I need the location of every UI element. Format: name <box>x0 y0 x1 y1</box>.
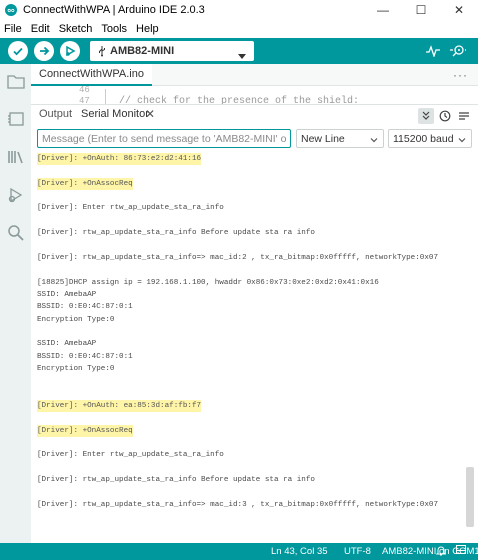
console-line: [Driver]: +OnAssocReq <box>37 177 133 190</box>
menu-tools[interactable]: Tools <box>101 23 127 35</box>
arduino-logo-icon <box>5 4 17 16</box>
console-line: SSID: AmebaAP <box>37 290 97 299</box>
serial-monitor-icon <box>450 45 466 57</box>
tab-output[interactable]: Output <box>39 108 72 120</box>
toggle-panel-icon[interactable] <box>456 544 466 558</box>
board-selector[interactable]: AMB82-MINI <box>90 41 254 61</box>
console-line: [Driver]: +OnAssocReq <box>37 424 133 437</box>
console-line: [Driver]: +OnAuth: ea:85:3d:af:fb:f7 <box>37 400 202 412</box>
editor-tab-bar: ConnectWithWPA.ino ··· <box>31 64 478 86</box>
upload-icon <box>40 46 50 56</box>
console-line: [Driver]: rtw_ap_update_sta_ra_info=> ma… <box>37 500 439 509</box>
menu-sketch[interactable]: Sketch <box>59 23 93 35</box>
usb-icon <box>98 45 106 57</box>
chevron-down-icon <box>458 135 466 147</box>
menu-edit[interactable]: Edit <box>31 23 50 35</box>
more-tabs-button[interactable]: ··· <box>453 68 468 82</box>
serial-output[interactable]: [Driver]: +OnAuth: 86:73:e2:d2:41:16 [Dri… <box>31 151 478 543</box>
window-title: ConnectWithWPA | Arduino IDE 2.0.3 <box>23 4 205 16</box>
toolbar: AMB82-MINI <box>0 38 478 64</box>
tab-serial-monitor[interactable]: Serial Monitor <box>81 108 149 120</box>
debug-icon <box>66 45 76 57</box>
cursor-position[interactable]: Ln 43, Col 35 <box>271 546 328 557</box>
boards-manager-icon[interactable] <box>7 110 25 128</box>
chevron-down-icon <box>238 48 246 62</box>
console-line: [Driver]: +OnAuth: 86:73:e2:d2:41:16 <box>37 153 202 165</box>
tab-connectwithwpa[interactable]: ConnectWithWPA.ino <box>31 64 152 86</box>
console-line: [Driver]: rtw_ap_update_sta_ra_info=> ma… <box>37 253 439 262</box>
sketchbook-icon[interactable] <box>7 72 25 90</box>
line-number: 46 <box>79 86 90 95</box>
console-line: [18825]DHCP assign ip = 192.168.1.100, h… <box>37 278 379 287</box>
board-name: AMB82-MINI <box>110 45 175 57</box>
console-line: [Driver]: Enter rtw_ap_update_sta_ra_inf… <box>37 204 224 213</box>
code-editor[interactable]: 46 47 // check for the presence of the s… <box>31 86 478 104</box>
toggle-autoscroll-button[interactable] <box>418 108 434 124</box>
line-number: 47 <box>79 96 90 104</box>
maximize-button[interactable]: ☐ <box>402 0 440 20</box>
indent-guide <box>105 89 106 104</box>
console-line: Encryption Type:0 <box>37 364 115 373</box>
serial-input-row: New Line 115200 baud <box>31 127 478 151</box>
line-ending-value: New Line <box>301 132 345 145</box>
message-input[interactable] <box>37 129 291 148</box>
baud-rate-select[interactable]: 115200 baud <box>388 129 472 148</box>
panel-tab-bar: Output Serial Monitor ✕ <box>31 104 478 126</box>
verify-button[interactable] <box>8 41 28 61</box>
library-manager-icon[interactable] <box>7 148 25 166</box>
menu-file[interactable]: File <box>4 23 22 35</box>
notification-bell-icon[interactable] <box>435 545 447 559</box>
console-line: [Driver]: rtw_ap_update_sta_ra_info Befo… <box>37 229 315 238</box>
status-bar: Ln 43, Col 35 UTF-8 AMB82-MINI on COM13 <box>0 543 478 560</box>
chevron-down-icon <box>370 135 378 147</box>
debug-button[interactable] <box>60 41 80 61</box>
serial-monitor-button[interactable] <box>450 43 466 59</box>
console-line: BSSID: 0:E0:4C:87:0:1 <box>37 352 133 361</box>
sidebar <box>0 64 31 560</box>
menu-help[interactable]: Help <box>136 23 159 35</box>
console-line: Encryption Type:0 <box>37 315 115 324</box>
upload-button[interactable] <box>34 41 54 61</box>
serial-plotter-button[interactable] <box>425 43 441 59</box>
clear-output-button[interactable] <box>456 108 472 124</box>
search-icon[interactable] <box>7 224 25 242</box>
title-bar: ConnectWithWPA | Arduino IDE 2.0.3 — ☐ ✕ <box>0 0 478 20</box>
line-ending-select[interactable]: New Line <box>296 129 384 148</box>
clear-output-icon <box>459 112 469 120</box>
minimize-button[interactable]: — <box>364 0 402 20</box>
serial-plotter-icon <box>426 45 440 57</box>
console-line: SSID: AmebaAP <box>37 340 97 349</box>
baud-rate-value: 115200 baud <box>393 132 454 145</box>
clock-icon <box>439 110 451 122</box>
double-chevron-down-icon <box>422 111 430 120</box>
console-line: [Driver]: Enter rtw_ap_update_sta_ra_inf… <box>37 451 224 460</box>
verify-icon <box>13 47 23 56</box>
menu-bar: File Edit Sketch Tools Help <box>0 20 478 38</box>
file-encoding: UTF-8 <box>344 546 371 557</box>
code-line: // check for the presence of the shield: <box>119 96 360 104</box>
console-line: [Driver]: rtw_ap_update_sta_ra_info Befo… <box>37 476 315 485</box>
close-serial-monitor-button[interactable]: ✕ <box>145 107 155 121</box>
close-window-button[interactable]: ✕ <box>440 0 478 20</box>
debug-icon[interactable] <box>7 186 25 204</box>
scrollbar-thumb[interactable] <box>466 467 474 527</box>
console-line: BSSID: 0:E0:4C:87:0:1 <box>37 303 133 312</box>
toggle-timestamp-button[interactable] <box>437 108 453 124</box>
